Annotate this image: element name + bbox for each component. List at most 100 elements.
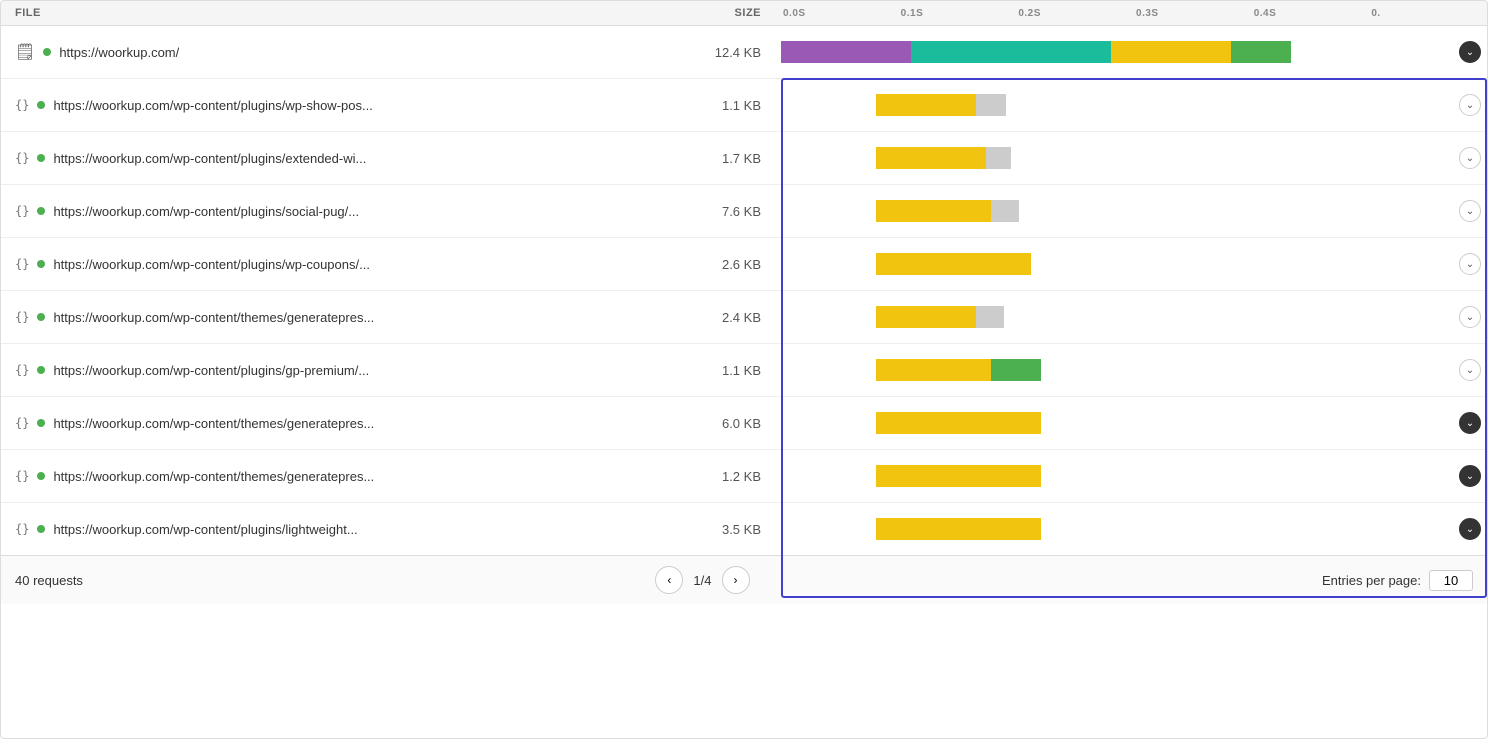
json-icon: {} xyxy=(15,151,29,165)
timeline-marker-3: 0.3s xyxy=(1134,8,1252,19)
bar-container xyxy=(781,38,1487,66)
file-url[interactable]: https://woorkup.com/wp-content/plugins/s… xyxy=(53,204,359,219)
next-page-button[interactable]: › xyxy=(722,566,750,594)
col-timeline-header: 0.0s 0.1s 0.2s 0.3s 0.4s 0. xyxy=(781,7,1487,19)
json-icon: {} xyxy=(15,522,29,536)
bar-yellow xyxy=(1111,41,1231,63)
timeline-marker-0: 0.0s xyxy=(781,8,899,19)
expand-button[interactable]: ⌄ xyxy=(1459,94,1481,116)
cell-timeline: ⌄ xyxy=(781,185,1487,237)
bar-gray xyxy=(991,200,1019,222)
table-footer: 40 requests ‹ 1/4 › Entries per page: xyxy=(1,555,1487,604)
expand-button[interactable]: ⌄ xyxy=(1459,359,1481,381)
json-icon: {} xyxy=(15,416,29,430)
file-url[interactable]: https://woorkup.com/wp-content/themes/ge… xyxy=(53,416,374,431)
file-url[interactable]: https://woorkup.com/wp-content/plugins/w… xyxy=(53,98,372,113)
bar-container xyxy=(781,409,1487,437)
file-url[interactable]: https://woorkup.com/wp-content/themes/ge… xyxy=(53,310,374,325)
file-url[interactable]: https://woorkup.com/wp-content/plugins/l… xyxy=(53,522,357,537)
table-row: {} https://woorkup.com/wp-content/themes… xyxy=(1,397,1487,450)
table-row: {} https://woorkup.com/wp-content/themes… xyxy=(1,291,1487,344)
status-dot xyxy=(37,260,45,268)
bar-yellow xyxy=(876,306,976,328)
status-dot xyxy=(37,419,45,427)
bar-container xyxy=(781,91,1487,119)
bar-container xyxy=(781,515,1487,543)
page-info: 1/4 xyxy=(689,573,715,588)
timeline-marker-4: 0.4s xyxy=(1252,8,1370,19)
cell-size: 2.6 KB xyxy=(681,257,781,272)
bar-yellow xyxy=(876,412,1041,434)
status-dot xyxy=(37,366,45,374)
file-url[interactable]: https://woorkup.com/wp-content/themes/ge… xyxy=(53,469,374,484)
expand-button[interactable]: ⌄ xyxy=(1459,518,1481,540)
json-icon: {} xyxy=(15,98,29,112)
status-dot xyxy=(43,48,51,56)
cell-file: {} https://woorkup.com/wp-content/themes… xyxy=(1,408,681,439)
file-url[interactable]: https://woorkup.com/wp-content/plugins/g… xyxy=(53,363,369,378)
cell-timeline: ⌄ xyxy=(781,132,1487,184)
bar-gray xyxy=(976,306,1004,328)
bar-gray xyxy=(976,94,1006,116)
cell-file: {} https://woorkup.com/wp-content/themes… xyxy=(1,302,681,333)
cell-timeline: ⌄ xyxy=(781,291,1487,343)
cell-file: {} https://woorkup.com/wp-content/plugin… xyxy=(1,355,681,386)
pagination: ‹ 1/4 › xyxy=(655,566,749,594)
bar-yellow xyxy=(876,518,1041,540)
json-icon: {} xyxy=(15,363,29,377)
table-row: {} https://woorkup.com/wp-content/plugin… xyxy=(1,503,1487,555)
json-icon: {} xyxy=(15,310,29,324)
json-icon: {} xyxy=(15,204,29,218)
file-url[interactable]: https://woorkup.com/wp-content/plugins/e… xyxy=(53,151,366,166)
table-row: {} https://woorkup.com/wp-content/plugin… xyxy=(1,238,1487,291)
cell-timeline: ⌄ xyxy=(781,79,1487,131)
cell-size: 12.4 KB xyxy=(681,45,781,60)
bar-container xyxy=(781,250,1487,278)
expand-button[interactable]: ⌄ xyxy=(1459,465,1481,487)
cell-file: {} https://woorkup.com/wp-content/plugin… xyxy=(1,514,681,545)
bar-yellow xyxy=(876,200,991,222)
bar-container xyxy=(781,197,1487,225)
expand-button[interactable]: ⌄ xyxy=(1459,412,1481,434)
expand-button[interactable]: ⌄ xyxy=(1459,253,1481,275)
bar-container xyxy=(781,356,1487,384)
bar-green xyxy=(991,359,1041,381)
entries-per-page: Entries per page: xyxy=(1322,570,1473,591)
file-url[interactable]: https://woorkup.com/ xyxy=(59,45,179,60)
cell-file: 🗒 https://woorkup.com/ xyxy=(1,34,681,70)
rows-wrapper: 🗒 https://woorkup.com/ 12.4 KB ⌄ {} h xyxy=(1,26,1487,555)
json-icon: {} xyxy=(15,469,29,483)
cell-timeline: ⌄ xyxy=(781,397,1487,449)
col-size-header: SIZE xyxy=(681,7,781,19)
cell-timeline: ⌄ xyxy=(781,344,1487,396)
table-row: {} https://woorkup.com/wp-content/plugin… xyxy=(1,185,1487,238)
bar-container xyxy=(781,144,1487,172)
expand-button[interactable]: ⌄ xyxy=(1459,200,1481,222)
status-dot xyxy=(37,472,45,480)
request-count: 40 requests xyxy=(15,573,83,588)
entries-input[interactable] xyxy=(1429,570,1473,591)
file-url[interactable]: https://woorkup.com/wp-content/plugins/w… xyxy=(53,257,370,272)
bar-teal xyxy=(911,41,1111,63)
entries-label: Entries per page: xyxy=(1322,573,1421,588)
cell-size: 6.0 KB xyxy=(681,416,781,431)
bar-gray xyxy=(986,147,1011,169)
col-file-header: FILE xyxy=(1,7,681,19)
bar-yellow xyxy=(876,465,1041,487)
expand-button[interactable]: ⌄ xyxy=(1459,306,1481,328)
cell-size: 2.4 KB xyxy=(681,310,781,325)
cell-file: {} https://woorkup.com/wp-content/plugin… xyxy=(1,196,681,227)
bar-container xyxy=(781,303,1487,331)
table-row: {} https://woorkup.com/wp-content/plugin… xyxy=(1,344,1487,397)
timeline-marker-2: 0.2s xyxy=(1016,8,1134,19)
expand-button[interactable]: ⌄ xyxy=(1459,147,1481,169)
bar-container xyxy=(781,462,1487,490)
timeline-marker-5: 0. xyxy=(1369,8,1487,19)
cell-timeline: ⌄ xyxy=(781,450,1487,502)
prev-page-button[interactable]: ‹ xyxy=(655,566,683,594)
cell-file: {} https://woorkup.com/wp-content/plugin… xyxy=(1,249,681,280)
page-icon: 🗒 xyxy=(15,42,35,62)
status-dot xyxy=(37,525,45,533)
cell-size: 1.2 KB xyxy=(681,469,781,484)
expand-button[interactable]: ⌄ xyxy=(1459,41,1481,63)
